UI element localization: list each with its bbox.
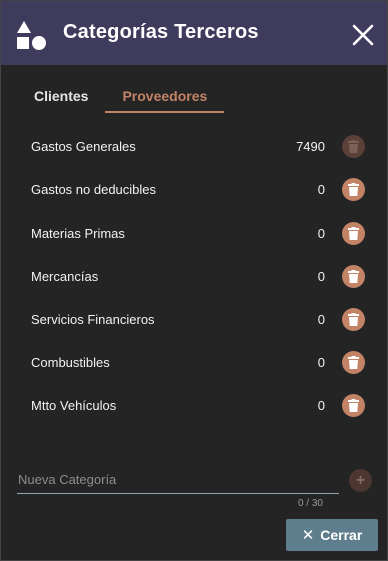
delete-button[interactable] [342,351,365,374]
new-category-field [17,467,340,494]
dialog-title: Categorías Terceros [63,21,259,43]
category-count: 0 [317,398,325,413]
category-count: 0 [317,182,325,197]
category-name: Mtto Vehículos [31,398,117,413]
category-count: 0 [317,269,325,284]
delete-button[interactable] [342,394,365,417]
trash-icon [348,399,359,412]
category-name: Gastos Generales [31,139,136,154]
close-small-icon: ✕ [301,527,315,544]
category-name: Combustibles [31,355,110,370]
delete-button[interactable] [342,265,365,288]
category-name: Materias Primas [31,226,125,241]
delete-button[interactable] [342,135,365,158]
list-item: Mercancías 0 [1,255,387,298]
delete-button[interactable] [342,308,365,331]
trash-icon [348,227,359,240]
category-name: Gastos no deducibles [31,182,157,197]
plus-icon: + [355,471,366,489]
trash-icon [348,183,359,196]
categories-dialog: Categorías Terceros Clientes Proveedores… [0,0,388,561]
trash-icon [348,356,359,369]
category-name: Mercancías [31,269,99,284]
list-item: Gastos no deducibles 0 [1,168,387,211]
list-item: Mtto Vehículos 0 [1,384,387,427]
list-item: Gastos Generales 7490 [1,125,387,168]
list-item: Materias Primas 0 [1,212,387,255]
list-item: Combustibles 0 [1,341,387,384]
tab-proveedores[interactable]: Proveedores [105,81,225,113]
delete-button[interactable] [342,222,365,245]
shapes-logo-icon [17,21,46,50]
category-count: 0 [317,312,325,327]
tab-clientes[interactable]: Clientes [17,81,105,111]
close-button-label: Cerrar [320,527,363,543]
trash-icon [348,270,359,283]
trash-icon [348,313,359,326]
delete-button[interactable] [342,178,365,201]
add-category-button[interactable]: + [349,469,372,492]
dialog-header: Categorías Terceros [1,1,387,65]
trash-icon [348,140,359,153]
close-button[interactable]: ✕ Cerrar [286,519,378,551]
new-category-input[interactable] [17,467,340,491]
category-name: Servicios Financieros [31,312,155,327]
category-count: 0 [317,226,325,241]
char-counter: 0 / 30 [297,498,323,509]
category-count: 0 [317,355,325,370]
list-item: Servicios Financieros 0 [1,298,387,341]
tab-bar: Clientes Proveedores [17,81,225,113]
category-count: 7490 [296,139,325,154]
close-icon[interactable] [351,23,375,47]
